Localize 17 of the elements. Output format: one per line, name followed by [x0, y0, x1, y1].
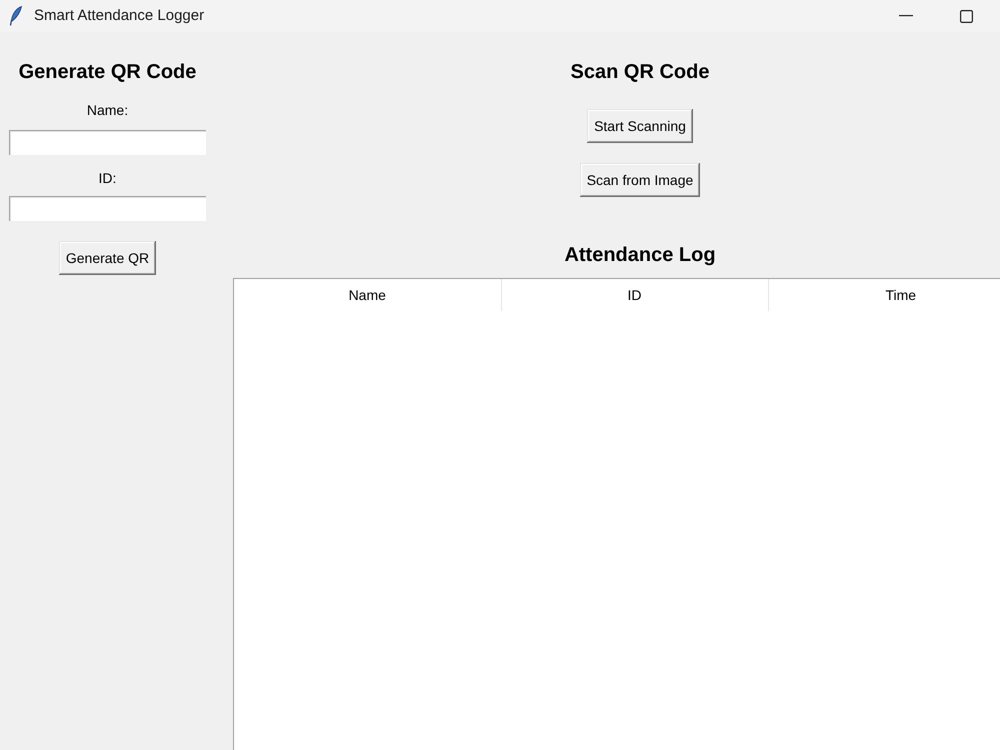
feather-icon [10, 6, 22, 26]
input-field[interactable] [9, 196, 206, 221]
scan-button[interactable]: Scan from Image [580, 163, 700, 197]
column-header: Time [768, 279, 1000, 311]
field-label: ID: [98, 169, 118, 188]
scan-button[interactable]: Start Scanning [587, 109, 693, 143]
window-title: Smart Attendance Logger [34, 6, 204, 26]
input-field[interactable] [9, 130, 206, 155]
generate-button[interactable]: Generate QR [58, 241, 156, 275]
column-header: Name [234, 279, 501, 311]
section-heading: Generate QR Code [18, 60, 198, 85]
minimize-icon[interactable] [899, 15, 913, 17]
column-header: ID [501, 279, 768, 311]
section-heading: Attendance Log [563, 243, 717, 268]
maximize-icon[interactable] [960, 10, 973, 22]
field-label: Name: [86, 101, 130, 120]
section-heading: Scan QR Code [570, 60, 710, 85]
